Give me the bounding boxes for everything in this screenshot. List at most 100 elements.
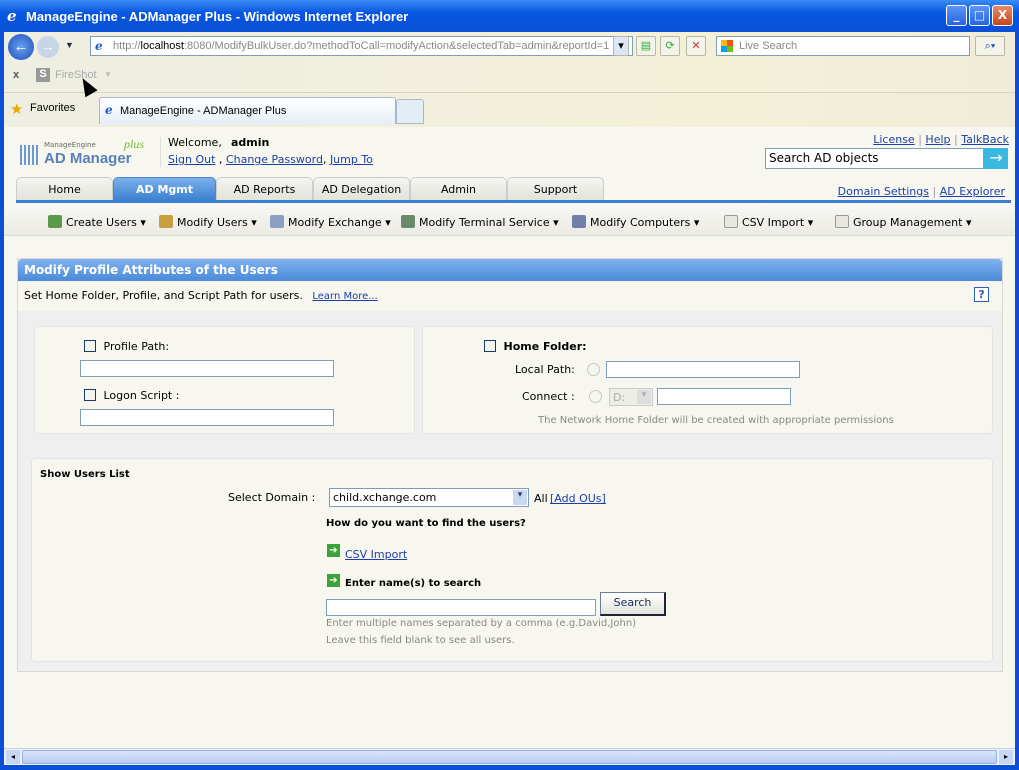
refresh-icon[interactable]: ⟳ (660, 36, 680, 56)
ie-logo-icon: e (7, 7, 17, 25)
ad-explorer-link[interactable]: AD Explorer (940, 185, 1005, 198)
arrow-icon: ➔ (327, 544, 340, 557)
menu-group-management[interactable]: Group Management ▾ (835, 215, 971, 229)
blank-hint: Leave this field blank to see all users. (326, 635, 515, 646)
ad-search-input[interactable]: Search AD objects (765, 148, 984, 169)
menu-label: Modify Exchange (288, 216, 382, 229)
logon-script-label: Logon Script : (103, 389, 180, 402)
browser-tab-active[interactable]: e ManageEngine - ADManager Plus (99, 97, 396, 124)
add-ous-link[interactable]: [Add OUs] (550, 492, 606, 505)
group-management-icon (835, 215, 849, 228)
domain-value: child.xchange.com (333, 491, 437, 504)
search-button[interactable]: Search (600, 592, 666, 616)
profile-card: Profile Path: Logon Script : (34, 326, 415, 434)
live-search-input[interactable]: Live Search (716, 36, 970, 56)
select-domain-label: Select Domain : (228, 491, 316, 504)
create-users-icon (48, 215, 62, 228)
menu-modify-users[interactable]: Modify Users ▾ (159, 215, 257, 229)
menu-create-users[interactable]: Create Users ▾ (48, 215, 146, 229)
menu-modify-exchange[interactable]: Modify Exchange ▾ (270, 215, 391, 229)
talkback-link[interactable]: TalkBack (961, 133, 1009, 146)
change-password-link[interactable]: Change Password (226, 153, 323, 166)
logon-script-checkbox[interactable] (84, 389, 96, 401)
username: admin (231, 136, 270, 149)
back-button[interactable]: ← (8, 34, 34, 60)
menu-modify-terminal-service[interactable]: Modify Terminal Service ▾ (401, 215, 559, 229)
modify-exchange-icon (270, 215, 284, 228)
tab-ie-icon: e (105, 103, 113, 117)
forward-button[interactable]: → (37, 36, 59, 58)
menu-modify-computers[interactable]: Modify Computers ▾ (572, 215, 699, 229)
connect-path-input[interactable] (657, 388, 791, 405)
help-icon[interactable]: ? (974, 287, 989, 302)
jump-to-link[interactable]: Jump To (330, 153, 373, 166)
scroll-thumb[interactable] (22, 750, 997, 764)
fireshot-icon: S (36, 68, 50, 82)
browser-tab-title: ManageEngine - ADManager Plus (120, 105, 287, 117)
tab-support[interactable]: Support (507, 177, 604, 201)
ad-search-go-button[interactable]: → (984, 148, 1008, 169)
find-question: How do you want to find the users? (326, 518, 526, 529)
window-titlebar: e ManageEngine - ADManager Plus - Window… (0, 0, 1019, 32)
scroll-right-icon[interactable]: ▸ (999, 750, 1013, 764)
logo-small-text: ManageEngine (44, 141, 96, 149)
panel-description: Set Home Folder, Profile, and Script Pat… (18, 281, 1002, 311)
tab-admin[interactable]: Admin (410, 177, 507, 201)
domain-dropdown-icon[interactable]: ▾ (513, 490, 527, 505)
home-folder-checkbox[interactable] (484, 340, 496, 352)
fireshot-close[interactable]: x (13, 69, 19, 81)
scroll-left-icon[interactable]: ◂ (6, 750, 20, 764)
tab-ad-reports[interactable]: AD Reports (216, 177, 313, 201)
address-prefix: http:// (113, 40, 141, 52)
menu-label: Group Management (853, 216, 963, 229)
drive-dropdown-icon[interactable]: ▾ (637, 390, 651, 404)
close-button[interactable]: X (992, 5, 1013, 26)
tab-ad-delegation[interactable]: AD Delegation (313, 177, 410, 201)
local-path-radio[interactable] (587, 363, 600, 376)
users-list-card: Show Users List Select Domain : child.xc… (31, 458, 993, 662)
menu-label: Modify Users (177, 216, 248, 229)
tab-ad-mgmt[interactable]: AD Mgmt (113, 177, 216, 201)
menu-label: CSV Import (742, 216, 805, 229)
menu-csv-import[interactable]: CSV Import ▾ (724, 215, 813, 229)
favorites-button[interactable]: Favorites (30, 102, 75, 114)
address-dropdown-icon[interactable]: ▾ (613, 36, 629, 56)
tab-home[interactable]: Home (16, 177, 113, 201)
csv-import-icon (724, 215, 738, 228)
browser-chrome: ← → ▼ e http://localhost:8080/ModifyBulk… (4, 32, 1015, 127)
logon-script-input[interactable] (80, 409, 334, 426)
drive-select[interactable]: D: ▾ (609, 388, 653, 406)
history-dropdown-icon[interactable]: ▼ (65, 40, 74, 50)
logo-icon (20, 145, 40, 165)
minimize-button[interactable]: _ (946, 5, 967, 26)
help-link[interactable]: Help (925, 133, 950, 146)
horizontal-scrollbar[interactable]: ◂ ▸ (4, 748, 1015, 765)
new-tab-button[interactable] (396, 99, 424, 124)
license-link[interactable]: License (873, 133, 914, 146)
sign-out-link[interactable]: Sign Out (168, 153, 215, 166)
names-input[interactable] (326, 599, 596, 616)
home-folder-card: Home Folder: Local Path: Connect : D: ▾ T… (422, 326, 993, 434)
admanager-logo: ManageEngine AD Manager plus (20, 137, 146, 169)
csv-import-link[interactable]: CSV Import (345, 548, 407, 561)
domain-select[interactable]: child.xchange.com ▾ (329, 488, 529, 507)
maximize-button[interactable]: □ (969, 5, 990, 26)
stop-icon[interactable]: ✕ (686, 36, 706, 56)
domain-settings-link[interactable]: Domain Settings (838, 185, 929, 198)
modify-users-icon (159, 215, 173, 228)
profile-path-input[interactable] (80, 360, 334, 377)
drive-value: D: (613, 391, 626, 404)
network-note: The Network Home Folder will be created … (538, 415, 894, 426)
users-list-title: Show Users List (40, 469, 130, 480)
local-path-input[interactable] (606, 361, 800, 378)
menu-label: Modify Terminal Service (419, 216, 550, 229)
compat-view-icon[interactable]: ▤ (636, 36, 656, 56)
learn-more-link[interactable]: Learn More... (312, 291, 377, 302)
profile-path-checkbox[interactable] (84, 340, 96, 352)
fireshot-dropdown-icon[interactable]: ▼ (104, 70, 112, 79)
terminal-service-icon (401, 215, 415, 228)
search-go-icon[interactable]: ⌕▾ (975, 36, 1005, 56)
modify-profile-panel: Modify Profile Attributes of the Users S… (17, 258, 1003, 672)
address-bar[interactable]: e http://localhost:8080/ModifyBulkUser.d… (90, 36, 633, 56)
connect-radio[interactable] (589, 390, 602, 403)
